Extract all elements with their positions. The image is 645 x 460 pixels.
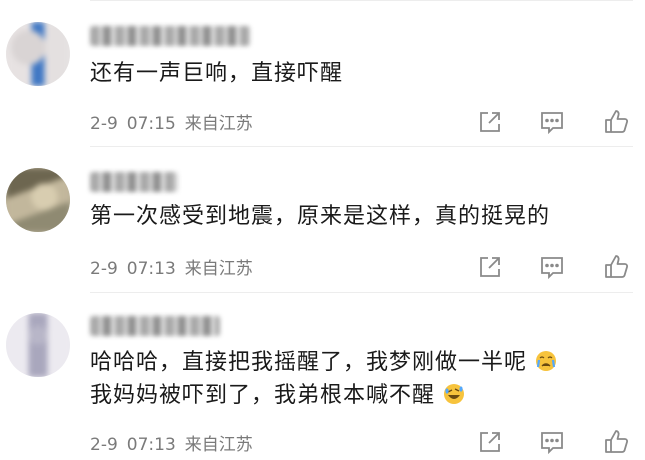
comment-icon[interactable]	[537, 427, 567, 457]
comment-location: 来自江苏	[184, 435, 253, 455]
thumbs-up-icon[interactable]	[601, 252, 631, 282]
avatar[interactable]	[6, 313, 70, 377]
rolling-laughing-emoji	[444, 384, 465, 404]
comment-divider	[90, 146, 633, 147]
comment-date: 2-9	[90, 114, 118, 134]
comment-divider	[90, 292, 633, 293]
comment-time: 07:13	[126, 259, 176, 279]
share-icon[interactable]	[475, 107, 505, 137]
comment-text: 还有一声巨响，直接吓醒	[90, 61, 344, 86]
comment-time: 07:15	[126, 114, 176, 134]
comment-time: 07:13	[126, 435, 176, 455]
comment-date: 2-9	[90, 435, 118, 455]
comment-location: 来自江苏	[184, 114, 253, 134]
thumbs-up-icon[interactable]	[601, 427, 631, 457]
comment-meta: 2-9 07:13 来自江苏	[90, 430, 262, 455]
comment-icon[interactable]	[537, 107, 567, 137]
comment-location: 来自江苏	[184, 259, 253, 279]
comment-date: 2-9	[90, 259, 118, 279]
comment-icon[interactable]	[537, 252, 567, 282]
comment-text-line1: 哈哈哈，直接把我摇醒了，我梦刚做一半呢	[90, 350, 528, 375]
username[interactable]	[90, 316, 220, 336]
avatar[interactable]	[6, 168, 70, 232]
crying-face-emoji	[536, 351, 557, 371]
comment-meta: 2-9 07:13 来自江苏	[90, 254, 262, 279]
username[interactable]	[90, 172, 178, 192]
comment-text-line: 哈哈哈，直接把我摇醒了，我梦刚做一半呢	[90, 347, 625, 379]
comment-text-line2: 我妈妈被吓到了，我弟根本喊不醒	[90, 383, 436, 408]
comment-text-line: 我妈妈被吓到了，我弟根本喊不醒	[90, 380, 625, 412]
comment-feed: 还有一声巨响，直接吓醒 2-9 07:15 来自江苏 第一次感受到地震，原来是这样，…	[0, 0, 645, 460]
thumbs-up-icon[interactable]	[601, 107, 631, 137]
comment-meta: 2-9 07:15 来自江苏	[90, 109, 262, 134]
top-divider	[90, 0, 633, 1]
share-icon[interactable]	[475, 427, 505, 457]
comment-text: 第一次感受到地震，原来是这样，真的挺晃的	[90, 204, 551, 229]
avatar[interactable]	[6, 22, 70, 86]
username[interactable]	[90, 26, 250, 46]
share-icon[interactable]	[475, 252, 505, 282]
